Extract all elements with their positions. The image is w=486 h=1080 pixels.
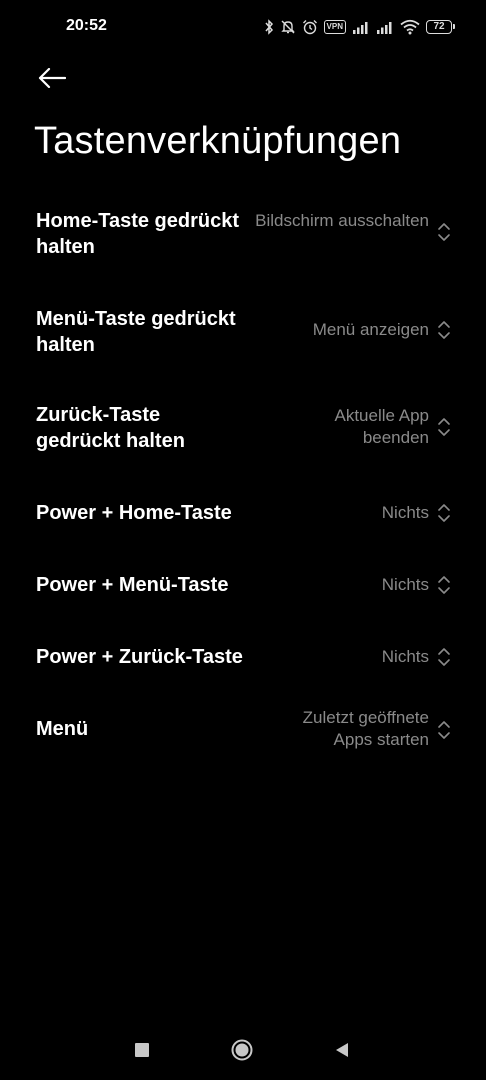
setting-value: Aktuelle App beenden xyxy=(334,406,429,447)
chevron-up-down-icon xyxy=(438,418,450,436)
setting-value: Nichts xyxy=(381,647,429,666)
setting-value: Nichts xyxy=(381,575,429,594)
setting-value: Zuletzt geöffnete Apps starten xyxy=(302,708,429,749)
chevron-up-down-icon xyxy=(438,576,450,594)
chevron-up-down-icon xyxy=(438,721,450,739)
setting-label: Menü xyxy=(36,718,89,740)
home-circle-icon[interactable] xyxy=(231,1039,253,1061)
status-time: 20:52 xyxy=(66,17,107,34)
setting-value: Menü anzeigen xyxy=(312,320,429,339)
wifi-icon xyxy=(400,19,420,35)
chevron-up-down-icon xyxy=(438,504,450,522)
mute-icon xyxy=(280,20,295,34)
vpn-icon: VPN xyxy=(323,20,346,34)
navigation-bar xyxy=(0,1020,486,1080)
setting-label: Zurück-Taste gedrückt halten xyxy=(36,404,185,452)
setting-label: Home-Taste gedrückt halten xyxy=(36,210,240,258)
back-triangle-icon[interactable] xyxy=(334,1042,350,1058)
chevron-up-down-icon xyxy=(438,223,450,241)
status-bar: 20:52 VPN 72 xyxy=(0,0,486,54)
arrow-left-icon xyxy=(38,68,66,88)
setting-menu[interactable]: Menü Zuletzt geöffnete Apps starten xyxy=(0,704,486,758)
chevron-up-down-icon xyxy=(438,648,450,666)
setting-menu-long-press[interactable]: Menü-Taste gedrückt halten Menü anzeigen xyxy=(0,304,486,358)
setting-value: Bildschirm ausschalten xyxy=(255,211,429,230)
setting-power-menu[interactable]: Power + Menü-Taste Nichts xyxy=(0,568,486,604)
bluetooth-icon xyxy=(264,19,273,35)
status-icons: VPN 72 xyxy=(264,17,455,37)
setting-back-long-press[interactable]: Zurück-Taste gedrückt halten Aktuelle Ap… xyxy=(0,401,486,455)
alarm-icon xyxy=(302,20,317,35)
signal-icon xyxy=(377,22,392,34)
setting-label: Menü-Taste gedrückt halten xyxy=(36,308,236,356)
battery-icon: 72 xyxy=(426,20,455,34)
setting-power-back[interactable]: Power + Zurück-Taste Nichts xyxy=(0,640,486,676)
setting-power-home[interactable]: Power + Home-Taste Nichts xyxy=(0,496,486,532)
recents-square-icon[interactable] xyxy=(135,1043,149,1057)
setting-home-long-press[interactable]: Home-Taste gedrückt halten Bildschirm au… xyxy=(0,206,486,260)
chevron-up-down-icon xyxy=(438,321,450,339)
signal-icon xyxy=(353,22,368,34)
setting-value: Nichts xyxy=(381,503,429,522)
back-button[interactable] xyxy=(34,60,70,96)
page-title: Tastenverknüpfungen xyxy=(34,120,402,162)
